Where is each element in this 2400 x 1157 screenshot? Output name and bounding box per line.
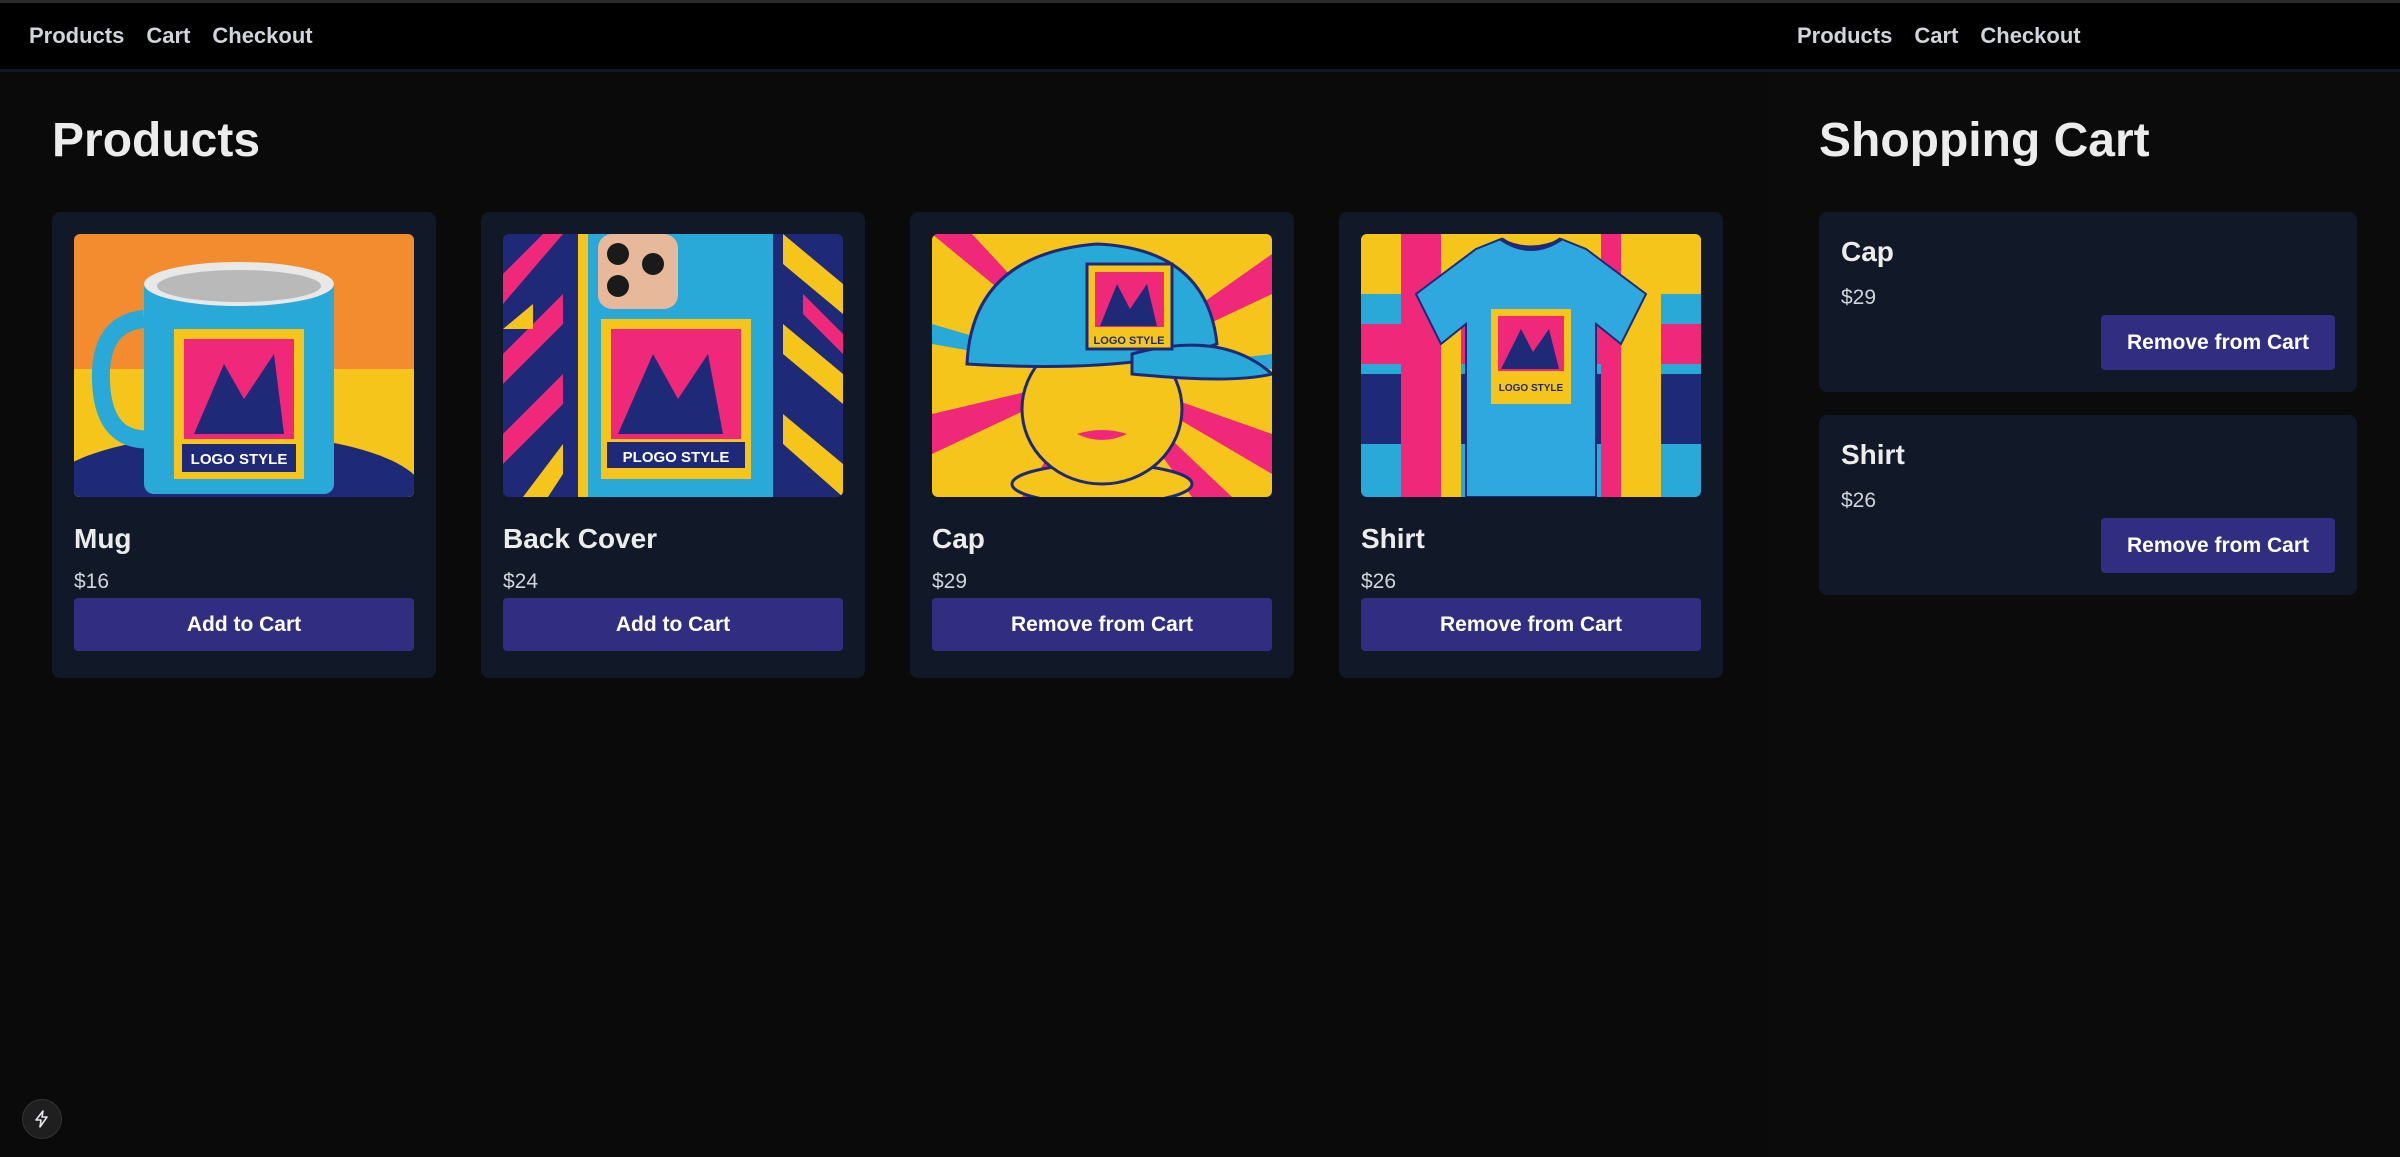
remove-from-cart-button[interactable]: Remove from Cart: [932, 598, 1272, 651]
product-card: LOGO STYLE Cap $29 Remove from Cart: [910, 212, 1294, 678]
remove-from-cart-button[interactable]: Remove from Cart: [2101, 315, 2335, 370]
nav-bar: Products Cart Checkout: [1768, 0, 2400, 72]
svg-text:LOGO STYLE: LOGO STYLE: [1094, 335, 1165, 347]
svg-text:LOGO STYLE: LOGO STYLE: [191, 451, 288, 468]
cart-item-price: $29: [1841, 286, 1877, 309]
app: Products Cart Checkout Products LOGO STY…: [0, 0, 2400, 1157]
phone-cover-image: PLOGO STYLE: [503, 234, 843, 497]
cart-pane: Products Cart Checkout Shopping Cart Cap…: [1768, 0, 2400, 1157]
product-card: PLOGO STYLE Back Cover $24 Add to Cart: [481, 212, 865, 678]
nav-link-products[interactable]: Products: [1797, 23, 1892, 49]
nav-bar: Products Cart Checkout: [0, 0, 1768, 72]
nav-link-cart[interactable]: Cart: [1914, 23, 1958, 49]
cap-image: LOGO STYLE: [932, 234, 1272, 497]
remove-from-cart-button[interactable]: Remove from Cart: [1361, 598, 1701, 651]
shirt-image: LOGO STYLE: [1361, 234, 1701, 497]
cart-item-name: Cap: [1841, 236, 1894, 267]
product-card: LOGO STYLE Mug $16 Add to Cart: [52, 212, 436, 678]
products-pane: Products Cart Checkout Products LOGO STY…: [0, 0, 1768, 1157]
product-name: Back Cover: [503, 523, 658, 554]
nav-link-products[interactable]: Products: [29, 23, 124, 49]
product-name: Cap: [932, 523, 985, 554]
cart-item-price: $26: [1841, 489, 1877, 512]
nav-link-checkout[interactable]: Checkout: [212, 23, 312, 49]
bolt-icon[interactable]: [22, 1099, 62, 1139]
product-price: $29: [932, 570, 968, 593]
product-name: Shirt: [1361, 523, 1425, 554]
nav-link-cart[interactable]: Cart: [146, 23, 190, 49]
remove-from-cart-button[interactable]: Remove from Cart: [2101, 518, 2335, 573]
product-price: $24: [503, 570, 539, 593]
cart-list: Cap $29 Remove from Cart Shirt $26 Remov…: [1819, 212, 2357, 618]
svg-text:LOGO STYLE: LOGO STYLE: [1499, 383, 1564, 394]
add-to-cart-button[interactable]: Add to Cart: [503, 598, 843, 651]
cart-item-name: Shirt: [1841, 439, 1905, 470]
product-name: Mug: [74, 523, 132, 554]
cart-item: Shirt $26 Remove from Cart: [1819, 415, 2357, 595]
mug-image: LOGO STYLE: [74, 234, 414, 497]
page-title: Products: [52, 114, 261, 167]
product-card: LOGO STYLE Shirt $26 Remove from Cart: [1339, 212, 1723, 678]
cart-title: Shopping Cart: [1819, 114, 2150, 167]
cart-item: Cap $29 Remove from Cart: [1819, 212, 2357, 392]
add-to-cart-button[interactable]: Add to Cart: [74, 598, 414, 651]
svg-text:PLOGO STYLE: PLOGO STYLE: [623, 449, 730, 466]
product-price: $26: [1361, 570, 1397, 593]
product-price: $16: [74, 570, 110, 593]
nav-link-checkout[interactable]: Checkout: [1980, 23, 2080, 49]
product-grid: LOGO STYLE Mug $16 Add to Cart PLOGO STY…: [52, 212, 1723, 678]
